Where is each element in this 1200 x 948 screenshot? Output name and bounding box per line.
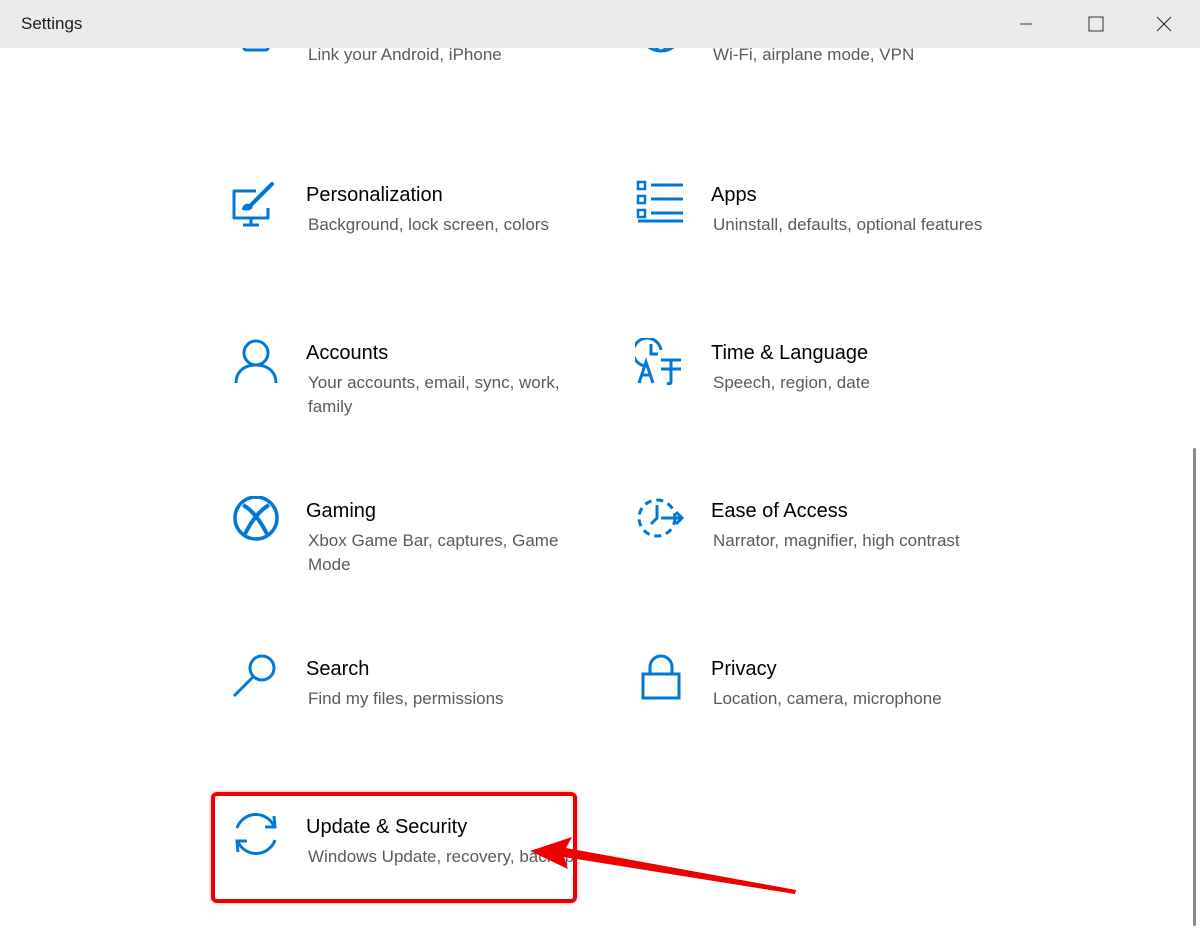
tile-gaming[interactable]: Gaming Xbox Game Bar, captures, Game Mod… [230,496,600,606]
personalization-icon [232,182,274,227]
tile-ease-of-access[interactable]: Ease of Access Narrator, magnifier, high… [635,496,1005,606]
tile-apps-desc: Uninstall, defaults, optional features [713,215,983,234]
close-button[interactable] [1134,0,1194,48]
tile-search-name: Search [306,658,370,680]
tile-accounts-name: Accounts [306,342,389,364]
tile-personalization[interactable]: Personalization Background, lock screen,… [230,180,600,290]
tile-apps-name: Apps [711,184,757,206]
xbox-icon [233,496,279,541]
title-bar: Settings [0,0,1200,48]
tile-accounts-desc: Your accounts, email, sync, work, family [308,373,560,416]
tile-personalization-desc: Background, lock screen, colors [308,215,549,234]
maximize-button[interactable] [1066,0,1126,48]
annotation-arrow-icon [530,837,796,894]
close-icon [1156,16,1172,32]
tile-ease-of-access-name: Ease of Access [711,500,848,522]
annotation-highlight-box [211,792,577,903]
time-language-icon [635,338,681,386]
tile-network[interactable]: Wi-Fi, airplane mode, VPN [635,48,1005,120]
tile-time-language-desc: Speech, region, date [713,373,870,392]
tile-time-language-name: Time & Language [711,342,869,364]
tile-gaming-name: Gaming [306,500,377,522]
tile-privacy-desc: Location, camera, microphone [713,689,942,708]
maximize-icon [1088,16,1104,32]
tile-network-desc: Wi-Fi, airplane mode, VPN [713,48,915,64]
ease-of-access-icon [637,498,685,538]
tile-phone-desc: Link your Android, iPhone [308,48,502,64]
tile-search[interactable]: Search Find my files, permissions [230,654,600,764]
vertical-scrollbar[interactable] [1193,448,1196,926]
window-title: Settings [21,14,83,33]
tile-personalization-name: Personalization [306,184,443,206]
globe-icon [647,48,675,53]
minimize-button[interactable] [996,0,1056,48]
tile-privacy-name: Privacy [711,658,777,680]
search-icon [232,654,276,698]
tile-phone[interactable]: Link your Android, iPhone [230,48,600,120]
tile-time-language[interactable]: Time & Language Speech, region, date [635,338,1005,448]
tile-search-desc: Find my files, permissions [308,689,504,708]
minimize-icon [1020,23,1032,25]
person-icon [234,339,278,384]
apps-icon [636,180,683,223]
lock-icon [641,654,681,700]
tile-ease-of-access-desc: Narrator, magnifier, high contrast [713,531,960,550]
tile-privacy[interactable]: Privacy Location, camera, microphone [635,654,1005,764]
tile-gaming-desc: Xbox Game Bar, captures, Game Mode [308,531,559,574]
tile-apps[interactable]: Apps Uninstall, defaults, optional featu… [635,180,1005,290]
tile-accounts[interactable]: Accounts Your accounts, email, sync, wor… [230,338,600,448]
phone-icon [242,48,270,52]
settings-grid: Link your Android, iPhone Wi-Fi, airplan… [0,48,1200,948]
